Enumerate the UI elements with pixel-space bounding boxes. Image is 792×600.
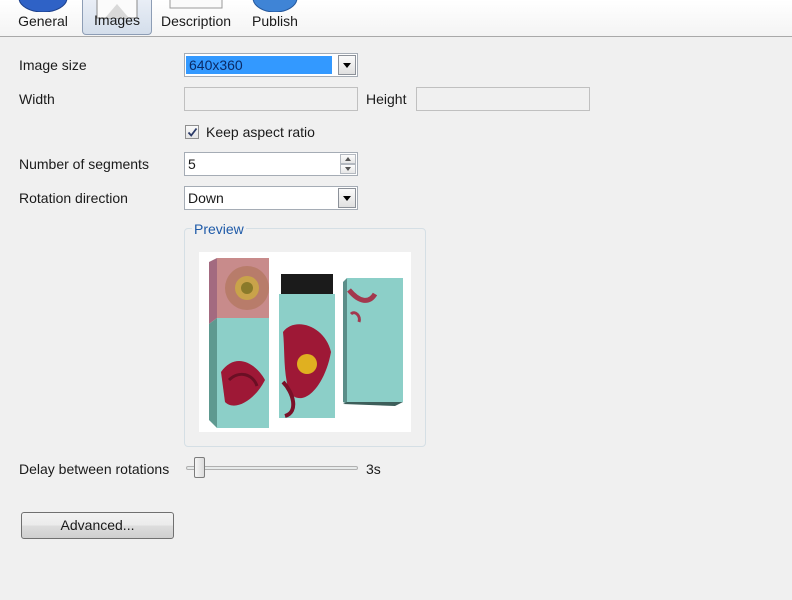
toolbar-description[interactable]: Description: [156, 0, 236, 35]
advanced-button[interactable]: Advanced...: [21, 512, 174, 539]
image-size-value: 640x360: [186, 56, 332, 74]
toolbar-description-label: Description: [160, 13, 232, 29]
toolbar-general-label: General: [18, 13, 68, 29]
preview-image: [199, 252, 411, 432]
width-label: Width: [19, 91, 55, 107]
image-size-select[interactable]: 640x360: [184, 53, 358, 77]
toolbar-publish-label: Publish: [252, 13, 298, 29]
delay-label: Delay between rotations: [19, 461, 170, 477]
checkmark-icon: [187, 127, 198, 137]
toolbar: General Images Description Publish: [0, 0, 792, 37]
height-field[interactable]: [416, 87, 590, 111]
width-field[interactable]: [184, 87, 358, 111]
rotation-value: Down: [188, 190, 224, 206]
delay-slider-thumb[interactable]: [194, 457, 206, 478]
toolbar-publish[interactable]: Publish: [240, 0, 310, 35]
toolbar-general[interactable]: General: [8, 0, 78, 35]
segments-value: 5: [188, 156, 196, 172]
segments-stepper[interactable]: 5: [184, 152, 358, 176]
height-label: Height: [366, 91, 407, 107]
chevron-down-icon[interactable]: [338, 188, 356, 208]
image-size-label: Image size: [19, 57, 87, 73]
keep-aspect-checkbox[interactable]: [185, 125, 199, 139]
rotation-select[interactable]: Down: [184, 186, 358, 210]
segments-label: Number of segments: [19, 156, 149, 172]
delay-value: 3s: [366, 461, 381, 477]
delay-slider-track[interactable]: [186, 466, 358, 470]
keep-aspect-label: Keep aspect ratio: [206, 124, 315, 140]
rotation-label: Rotation direction: [19, 190, 128, 206]
general-icon: [18, 0, 68, 12]
rotating-cubes-image: [209, 258, 403, 428]
toolbar-images[interactable]: Images: [82, 0, 152, 35]
spin-down-icon[interactable]: [340, 164, 356, 174]
publish-icon: [252, 0, 298, 12]
preview-title: Preview: [192, 221, 246, 237]
spin-up-icon[interactable]: [340, 154, 356, 164]
chevron-down-icon[interactable]: [338, 55, 356, 75]
toolbar-images-label: Images: [94, 12, 140, 28]
description-icon: [169, 0, 223, 9]
